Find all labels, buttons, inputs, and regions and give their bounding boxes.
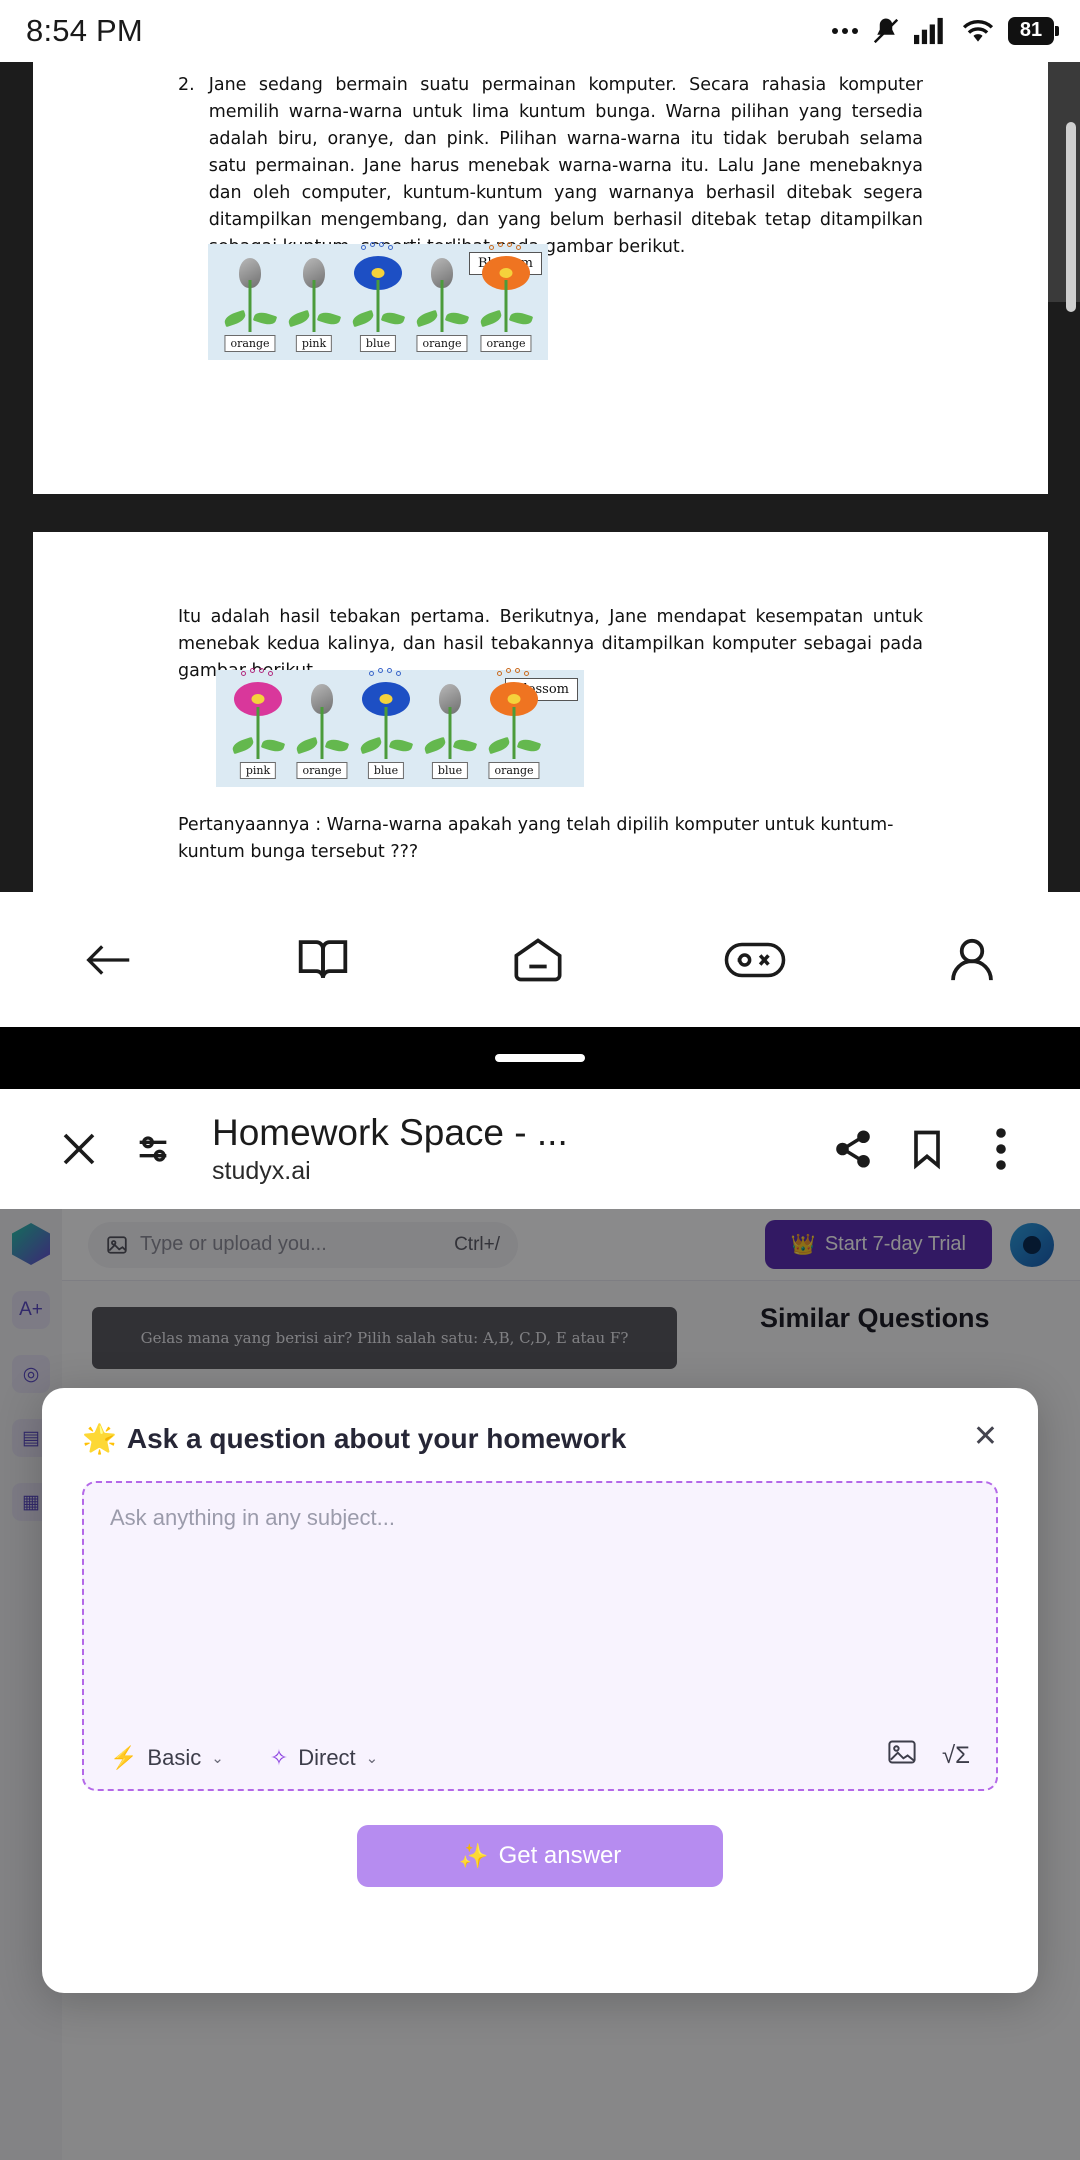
flower-label: blue (359, 335, 397, 352)
custom-tab-header: Homework Space - ... studyx.ai (0, 1089, 1080, 1209)
flower-label: orange (480, 335, 532, 352)
flower-label: pink (295, 335, 333, 352)
app-navbar (0, 892, 1080, 1027)
mode-direct-label: Direct (298, 1745, 356, 1770)
mode-direct-dropdown[interactable]: ✧ Direct ⌄ (270, 1745, 378, 1771)
page-settings-icon[interactable] (116, 1129, 190, 1169)
status-time: 8:54 PM (26, 13, 143, 48)
flower-label: orange (296, 762, 348, 779)
mute-bell-icon (873, 18, 899, 44)
home-icon[interactable] (509, 934, 567, 986)
gesture-nav-strip (0, 1027, 1080, 1089)
flower-label: orange (224, 335, 276, 352)
flower-4: orange (410, 252, 474, 354)
status-icons: 81 (832, 15, 1059, 47)
flower-label: pink (239, 762, 277, 779)
flower-label: blue (431, 762, 469, 779)
question-paragraph: Jane sedang bermain suatu permainan komp… (208, 75, 923, 257)
wifi-icon (962, 20, 994, 42)
flower-5: orange (474, 242, 538, 354)
sparkle-icon: ✨ (458, 1842, 489, 1870)
question-textarea[interactable]: Ask anything in any subject... ⚡ Basic ⌄… (82, 1481, 998, 1791)
more-dots-icon (832, 28, 858, 34)
flower-label: orange (488, 762, 540, 779)
mode-basic-dropdown[interactable]: ⚡ Basic ⌄ (110, 1745, 224, 1771)
modal-title-text: Ask a question about your homework (126, 1422, 627, 1454)
flower-3: blue (346, 242, 410, 354)
flower-label: blue (367, 762, 405, 779)
chevron-down-icon: ⌄ (211, 1750, 224, 1767)
compose-attach-tools: √Σ (888, 1740, 970, 1771)
page-title: Homework Space - ... (212, 1112, 568, 1153)
magic-wand-icon: ✧ (269, 1745, 289, 1770)
flower-1: orange (218, 252, 282, 354)
lightning-icon: ⚡ (110, 1745, 138, 1770)
flower-3: blue (354, 668, 418, 781)
mode-basic-label: Basic (147, 1745, 202, 1770)
tab-title-group: Homework Space - ... studyx.ai (190, 1111, 816, 1187)
profile-icon[interactable] (943, 933, 1001, 987)
modal-close-icon[interactable]: ✕ (973, 1422, 998, 1452)
game-controller-icon[interactable] (724, 936, 786, 984)
flower-figure-2: Blossom pink orange blue blue orange (216, 668, 584, 787)
sparkle-icon: 🌟 (82, 1423, 117, 1454)
book-icon[interactable] (294, 933, 352, 987)
close-icon[interactable] (42, 1128, 116, 1170)
flower-5: orange (482, 668, 546, 781)
scrollbar-thumb[interactable] (1066, 122, 1076, 312)
document-page-2: Itu adalah hasil tebakan pertama. Beriku… (33, 532, 1048, 892)
flower-2: orange (290, 678, 354, 781)
chevron-down-icon: ⌄ (365, 1750, 379, 1767)
compose-mode-tools: ⚡ Basic ⌄ ✧ Direct ⌄ (110, 1745, 378, 1771)
modal-title: 🌟 Ask a question about your homework (82, 1422, 626, 1455)
flower-4: blue (418, 678, 482, 781)
overflow-menu-icon[interactable] (964, 1125, 1038, 1173)
question-block: 2. Jane sedang bermain suatu permainan k… (178, 72, 923, 261)
get-answer-label: Get answer (498, 1842, 622, 1869)
math-symbol-icon[interactable]: √Σ (942, 1742, 970, 1770)
modal-header: 🌟 Ask a question about your homework ✕ (82, 1422, 998, 1455)
flower-label: orange (416, 335, 468, 352)
status-bar: 8:54 PM 81 (0, 0, 1080, 62)
textarea-placeholder: Ask anything in any subject... (110, 1505, 395, 1530)
flower-1: pink (226, 668, 290, 781)
phone-screen: 8:54 PM 81 2. Jane sedang bermain suatu … (0, 0, 1080, 2160)
back-icon[interactable] (79, 935, 137, 985)
image-upload-icon[interactable] (888, 1740, 916, 1771)
flower-figure-1: Blossom orange pink blue (208, 242, 548, 360)
document-page-1: 2. Jane sedang bermain suatu permainan k… (33, 62, 1048, 494)
signal-bars-icon (914, 17, 943, 45)
page-origin: studyx.ai (212, 1157, 311, 1185)
bookmark-icon[interactable] (890, 1127, 964, 1171)
question-number: 2. (178, 75, 195, 95)
share-icon[interactable] (816, 1128, 890, 1170)
get-answer-button[interactable]: ✨ Get answer (357, 1825, 723, 1887)
ask-question-modal: 🌟 Ask a question about your homework ✕ A… (42, 1388, 1038, 1993)
flower-2: pink (282, 252, 346, 354)
document-viewer: 2. Jane sedang bermain suatu permainan k… (0, 62, 1080, 892)
gesture-handle[interactable] (495, 1054, 585, 1062)
battery-icon: 81 (1008, 17, 1059, 45)
paragraph-3: Pertanyaannya : Warna-warna apakah yang … (178, 815, 894, 862)
